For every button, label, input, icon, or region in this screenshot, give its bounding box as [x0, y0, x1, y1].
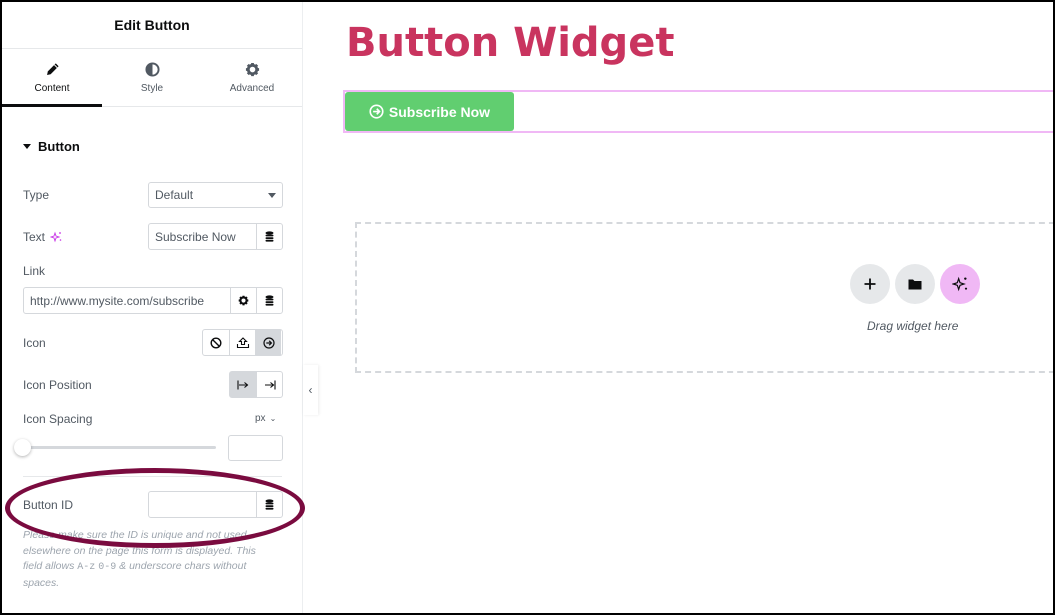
chevron-left-icon: ‹ — [308, 383, 313, 397]
editor-panel: Edit Button Content Style Advanced Butto… — [2, 2, 303, 613]
plus-icon — [864, 278, 876, 290]
add-template-button[interactable] — [895, 264, 935, 304]
link-input[interactable]: http://www.mysite.com/subscribe — [24, 294, 230, 308]
add-section-button[interactable] — [850, 264, 890, 304]
ai-sparkle-icon — [952, 276, 968, 292]
database-icon — [265, 499, 274, 510]
icon-label: Icon — [23, 336, 46, 350]
icon-spacing-input[interactable] — [228, 435, 283, 461]
tab-advanced-label: Advanced — [229, 82, 275, 94]
database-icon — [265, 295, 274, 306]
gear-icon — [245, 62, 259, 76]
text-label: Text — [23, 230, 46, 244]
caret-down-icon — [23, 144, 31, 149]
text-input-group: Subscribe Now — [148, 223, 283, 250]
link-label: Link — [23, 264, 46, 278]
icon-position-before-button[interactable] — [230, 372, 256, 397]
upload-icon — [236, 336, 249, 348]
arrow-circle-right-icon — [369, 104, 384, 119]
panel-tabs: Content Style Advanced — [2, 49, 302, 107]
slider-handle[interactable] — [14, 439, 31, 456]
drop-zone-actions — [850, 264, 980, 304]
tab-content-label: Content — [34, 82, 70, 94]
ai-sparkle-icon[interactable] — [50, 231, 62, 243]
chevron-down-icon: ⌄ — [269, 414, 277, 423]
text-label-row: Text — [23, 230, 62, 244]
collapse-panel-button[interactable]: ‹ — [303, 365, 318, 415]
half-circle-icon — [144, 61, 160, 77]
icon-position-after-button[interactable] — [256, 372, 282, 397]
button-id-help-text: Please make sure the ID is unique and no… — [23, 529, 256, 589]
icon-position-label: Icon Position — [23, 378, 92, 392]
panel-title: Edit Button — [114, 17, 190, 33]
tab-content[interactable]: Content — [2, 49, 102, 107]
screen: Edit Button Content Style Advanced Butto… — [0, 0, 1055, 615]
tab-style-label: Style — [140, 82, 164, 94]
section-title: Button — [38, 139, 80, 154]
icon-none-button[interactable] — [203, 330, 229, 355]
icon-upload-button[interactable] — [229, 330, 255, 355]
dropdown-arrow-icon — [268, 192, 276, 198]
subscribe-button-label: Subscribe Now — [388, 103, 491, 120]
icon-spacing-slider[interactable] — [23, 446, 216, 449]
section-toggle-button[interactable]: Button — [23, 139, 80, 154]
type-select[interactable]: Default — [148, 182, 283, 208]
link-input-group: http://www.mysite.com/subscribe — [23, 287, 283, 314]
tab-style[interactable]: Style — [102, 49, 202, 106]
ai-button[interactable] — [940, 264, 980, 304]
dynamic-tags-button[interactable] — [256, 288, 282, 313]
pencil-icon — [46, 62, 59, 75]
text-input[interactable]: Subscribe Now — [149, 230, 256, 244]
page-heading: Button Widget — [346, 20, 675, 66]
divider — [23, 476, 282, 477]
gear-icon — [238, 295, 249, 306]
dynamic-tags-button[interactable] — [256, 492, 282, 517]
panel-header: Edit Button — [2, 2, 302, 49]
folder-icon — [908, 279, 922, 290]
icon-position-group — [229, 371, 283, 398]
ban-icon — [210, 336, 222, 349]
tab-advanced[interactable]: Advanced — [202, 49, 302, 106]
type-label: Type — [23, 188, 50, 202]
unit-selector[interactable]: px ⌄ — [255, 413, 276, 424]
dynamic-tags-button[interactable] — [256, 224, 282, 249]
align-start-icon — [237, 380, 249, 389]
arrow-circle-right-icon — [262, 336, 275, 349]
icon-spacing-label: Icon Spacing — [23, 412, 93, 426]
button-id-label: Button ID — [23, 498, 74, 512]
icon-library-button[interactable] — [255, 330, 281, 355]
type-value: Default — [155, 188, 194, 202]
database-icon — [265, 231, 274, 242]
drop-zone-text: Drag widget here — [867, 319, 959, 333]
icon-choice-group — [202, 329, 283, 356]
unit-value: px — [255, 413, 266, 424]
align-end-icon — [264, 380, 276, 389]
button-id-input-group — [148, 491, 283, 518]
link-options-button[interactable] — [230, 288, 256, 313]
subscribe-button[interactable]: Subscribe Now — [345, 92, 514, 131]
